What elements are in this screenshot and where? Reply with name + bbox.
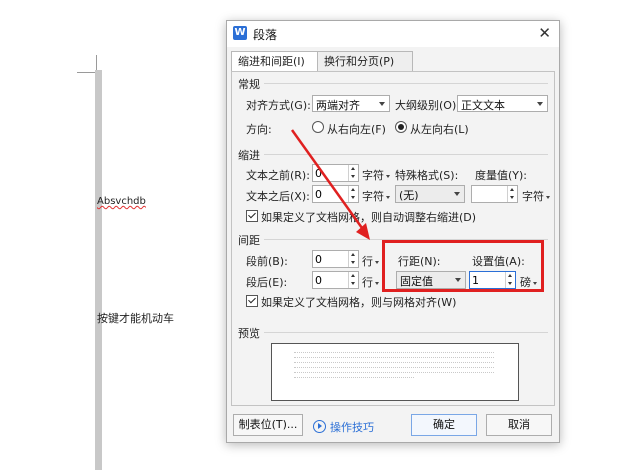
annotation-arrow <box>290 129 370 240</box>
highlight-box <box>382 240 544 292</box>
